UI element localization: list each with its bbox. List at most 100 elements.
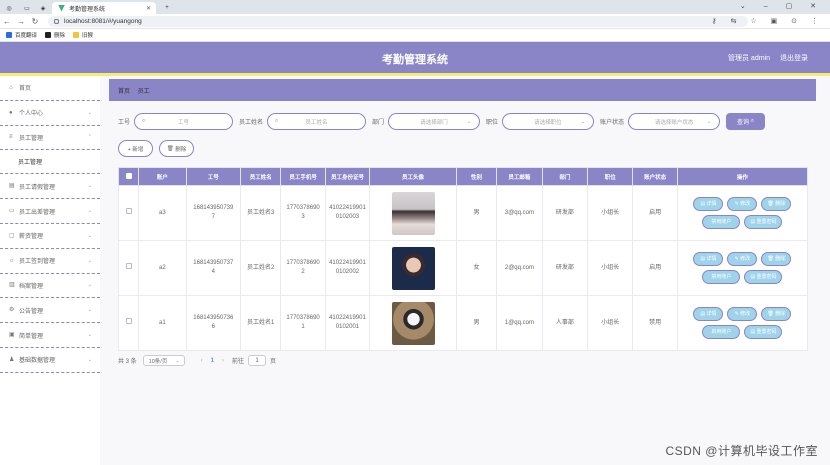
cell-gonghao: 1681439507366 <box>185 295 242 351</box>
app-header: 考勤管理系统 管理员 admin 退出登录 <box>0 42 830 73</box>
forward-icon[interactable]: → <box>14 17 28 26</box>
active-tab[interactable]: 考勤管理系统 ✕ <box>52 2 156 14</box>
delete-button[interactable]: 🗑 删除 <box>761 252 792 266</box>
url-field[interactable]: localhost:8081/#/yuangong <box>48 16 748 27</box>
row-checkbox-cell[interactable] <box>117 240 140 296</box>
detail-button[interactable]: ▤ 详情 <box>693 252 724 266</box>
delete-button[interactable]: 🗑 删除 <box>761 197 792 211</box>
sidebar-item-home[interactable]: ⌂ 首页 <box>0 76 100 101</box>
cell-status: 禁用 <box>632 295 678 351</box>
bookmark-item[interactable]: 删除 <box>45 31 65 39</box>
breadcrumb-home[interactable]: 首页 <box>118 86 130 95</box>
close-icon[interactable]: ✕ <box>146 5 151 12</box>
delete-button[interactable]: 🗑 删除 <box>761 307 792 321</box>
detail-button[interactable]: ▤ 详情 <box>693 197 724 211</box>
cell-email: 2@qq.com <box>496 240 543 296</box>
chevron-down-icon: ⌄ <box>175 357 180 364</box>
cell-avatar <box>369 240 457 296</box>
col-name: 员工姓名 <box>240 167 282 186</box>
tab-icon[interactable]: ◈ <box>36 2 50 14</box>
chart-icon: ▤ <box>9 183 15 190</box>
browser-actions[interactable]: ⚷ ⇆ ☆ ▣ ⊙ ⋮ <box>712 17 824 25</box>
position-select[interactable]: 请选择职位 ⌄ <box>502 113 595 130</box>
status-select[interactable]: 请选择账户状态 ⌄ <box>628 113 721 130</box>
sidebar-subitem-employees[interactable]: 员工管理 <box>0 150 100 175</box>
reset-password-button[interactable]: ▤ 重置密码 <box>744 325 783 339</box>
employee-table: 账户 工号 员工姓名 员工手机号 员工身份证号 员工头像 性别 员工邮箱 部门 … <box>117 167 809 351</box>
edit-button[interactable]: ✎ 修改 <box>727 307 758 321</box>
edit-button[interactable]: ✎ 修改 <box>727 252 758 266</box>
new-tab-button[interactable]: + <box>160 2 174 14</box>
row-checkbox-cell[interactable] <box>117 295 140 351</box>
sidebar-item-simple[interactable]: ▣ 简单管理 ⌄ <box>0 323 100 348</box>
cell-account: a2 <box>138 240 187 296</box>
app-title: 考勤管理系统 <box>382 54 448 66</box>
trash-icon: 🗑 <box>166 145 174 152</box>
chevron-down-icon: ⌄ <box>87 356 92 363</box>
folder-icon <box>73 32 80 38</box>
monitor-icon: ▭ <box>9 208 15 215</box>
cell-gender: 男 <box>455 295 498 351</box>
name-input[interactable]: ⌕ 员工姓名 <box>267 113 367 130</box>
sidebar-item-employees[interactable]: ≡ 员工管理 ⌃ <box>0 126 100 151</box>
back-icon[interactable]: ← <box>0 17 14 26</box>
chevron-down-icon: ⌄ <box>87 183 92 190</box>
cell-phone: 17703786902 <box>280 240 326 296</box>
reset-password-button[interactable]: ▤ 重置密码 <box>744 270 783 284</box>
chevron-down-icon: ⌄ <box>466 118 472 125</box>
sidebar-item-notice[interactable]: ⚙ 公告管理 ⌄ <box>0 298 100 324</box>
current-page[interactable]: 1 <box>211 358 214 364</box>
next-page-icon[interactable]: › <box>222 358 224 364</box>
window-controls[interactable]: ⌄ – ▢ ✕ <box>740 2 824 10</box>
bookmark-item[interactable]: 旧猴 <box>73 31 93 39</box>
watermark: CSDN @计算机毕设工作室 <box>665 444 818 458</box>
toggle-account-button[interactable]: 禁用账户 <box>702 215 741 229</box>
batch-delete-button[interactable]: 🗑 删除 <box>159 140 194 157</box>
person-icon: ♟ <box>9 356 15 363</box>
url-text: localhost:8081/#/yuangong <box>64 18 142 25</box>
gear-icon: ⚙ <box>9 307 15 314</box>
dept-select[interactable]: 请选择部门 ⌄ <box>388 113 481 130</box>
cell-email: 1@qq.com <box>496 295 543 351</box>
sidebar-item-archive[interactable]: ▥ 档案管理 ⌄ <box>0 274 100 299</box>
sidebar-item-leave[interactable]: ▤ 员工请假管理 ⌄ <box>0 174 100 200</box>
tab-icon[interactable]: ▭ <box>20 2 34 14</box>
cell-position: 小组长 <box>587 295 634 351</box>
col-position: 职位 <box>587 167 634 186</box>
add-button[interactable]: + 新增 <box>118 140 153 157</box>
goto-page-input[interactable]: 1 <box>248 355 267 366</box>
toggle-account-button[interactable]: 禁用账户 <box>702 270 741 284</box>
page-size-select[interactable]: 10条/页 ⌄ <box>142 355 185 366</box>
goto-label: 前往 <box>232 359 245 365</box>
reset-password-button[interactable]: ▤ 重置密码 <box>744 215 783 229</box>
chevron-down-icon: ⌄ <box>87 109 92 116</box>
sidebar-item-personal[interactable]: ● 个人中心 ⌄ <box>0 101 100 126</box>
bookmark-item[interactable]: 百度翻译 <box>6 31 37 39</box>
checkbox[interactable] <box>125 318 132 324</box>
edit-button[interactable]: ✎ 修改 <box>727 197 758 211</box>
cell-actions: ▤ 详情 ✎ 修改 🗑 删除启用账户 ▤ 重置密码 <box>676 295 809 351</box>
checkbox[interactable] <box>125 263 132 269</box>
box-icon: ▣ <box>9 332 15 339</box>
cell-actions: ▤ 详情 ✎ 修改 🗑 删除禁用账户 ▤ 重置密码 <box>676 185 809 241</box>
sidebar-item-trip[interactable]: ▭ 员工出差管理 ⌄ <box>0 199 100 224</box>
query-button[interactable]: 查询 ⌕ <box>726 113 766 130</box>
cell-gender: 男 <box>455 185 498 241</box>
sidebar-item-basedata[interactable]: ♟ 基础数据管理 ⌄ <box>0 348 100 373</box>
chevron-down-icon: ⌄ <box>706 118 712 125</box>
checkbox[interactable] <box>125 172 132 179</box>
select-all-checkbox[interactable] <box>117 167 140 186</box>
detail-button[interactable]: ▤ 详情 <box>693 307 724 321</box>
sidebar-item-salary[interactable]: ▢ 薪资管理 ⌄ <box>0 224 100 249</box>
list-icon: ≡ <box>9 134 13 141</box>
sidebar-item-signin[interactable]: ☼ 员工签到管理 ⌄ <box>0 249 100 274</box>
logout-link[interactable]: 退出登录 <box>780 53 808 63</box>
checkbox[interactable] <box>125 208 132 214</box>
cell-phone: 17703786903 <box>280 185 326 241</box>
reload-icon[interactable]: ↻ <box>28 17 42 26</box>
toggle-account-button[interactable]: 启用账户 <box>702 325 741 339</box>
gonghao-input[interactable]: ⌕ 工号 <box>134 113 234 130</box>
prev-page-icon[interactable]: ‹ <box>201 358 203 364</box>
row-checkbox-cell[interactable] <box>117 185 140 241</box>
tab-icon[interactable]: ◎ <box>2 2 16 14</box>
